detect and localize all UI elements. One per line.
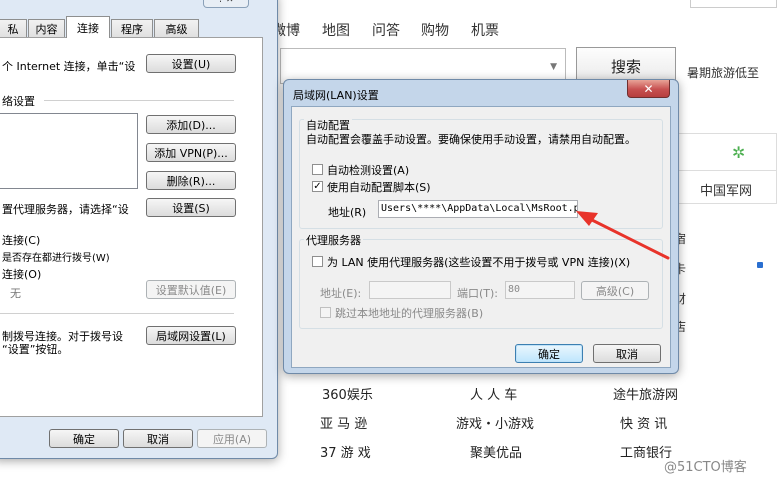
connections-panel: 个 Internet 连接，单击“设 设置(U) 络设置 添加(D)... 添加…: [0, 37, 263, 417]
web-link[interactable]: 亚 马 逊: [320, 413, 367, 432]
watermark: @51CTO博客: [664, 460, 747, 475]
auto-detect-checkbox[interactable]: [312, 164, 323, 175]
close-icon[interactable]: ✕: [627, 80, 670, 98]
proxy-heading: 代理服务器: [304, 232, 363, 248]
proxy-address-label: 地址(E):: [320, 287, 362, 300]
ok-button[interactable]: 确定: [515, 344, 583, 363]
promo-text[interactable]: 暑期旅游低至: [687, 64, 759, 81]
apply-button[interactable]: 应用(A): [197, 429, 267, 448]
lan-text-line2: “设置”按钮。: [2, 343, 69, 356]
add-button[interactable]: 添加(D)...: [146, 115, 236, 134]
connections-list[interactable]: [0, 113, 138, 189]
address-label: 地址(R): [328, 206, 367, 219]
remove-button[interactable]: 删除(R)...: [146, 171, 236, 190]
dial-option-always[interactable]: 连接(O): [2, 266, 41, 282]
internet-options-window: ? ✕ 私 内容 连接 程序 高级 个 Internet 连接，单击“设 设置(…: [0, 0, 278, 459]
current-connection: 无: [10, 287, 21, 300]
web-link-chinamil[interactable]: 中国军网: [700, 180, 752, 199]
dialup-heading: 络设置: [2, 95, 35, 108]
cancel-button[interactable]: 取消: [593, 344, 661, 363]
separator: [44, 100, 234, 101]
web-link[interactable]: 人 人 车: [470, 384, 517, 403]
nav-shopping[interactable]: 购物: [421, 20, 449, 40]
web-link[interactable]: 37 游 戏: [320, 442, 371, 461]
dialog-body: 自动配置 自动配置会覆盖手动设置。要确保使用手动设置，请禁用自动配置。 自动检测…: [291, 106, 671, 368]
nav-map[interactable]: 地图: [322, 20, 350, 40]
dropdown-arrow-icon[interactable]: ▼: [550, 62, 557, 72]
help-close-buttons[interactable]: ? ✕: [203, 0, 249, 8]
lan-settings-dialog: 局域网(LAN)设置 ✕ 自动配置 自动配置会覆盖手动设置。要确保使用手动设置，…: [283, 79, 679, 374]
port-label: 端口(T):: [457, 287, 499, 300]
use-script-label[interactable]: 使用自动配置脚本(S): [327, 179, 431, 195]
advanced-button[interactable]: 高级(C): [581, 281, 649, 300]
proxy-text: 置代理服务器，请选择“设: [2, 203, 129, 216]
tab-programs[interactable]: 程序: [111, 19, 153, 37]
web-link[interactable]: 途牛旅游网: [613, 384, 678, 403]
set-default-button[interactable]: 设置默认值(E): [146, 280, 236, 299]
nav-qa[interactable]: 问答: [372, 20, 400, 40]
proxy-address-field[interactable]: [369, 281, 451, 299]
web-link[interactable]: 游戏・小游戏: [456, 413, 534, 432]
bypass-local-checkbox[interactable]: [320, 307, 331, 318]
use-script-checkbox[interactable]: ✓: [312, 181, 323, 192]
page-top-edge: [690, 0, 777, 8]
tab-content[interactable]: 内容: [28, 19, 65, 37]
tab-privacy[interactable]: 私: [0, 19, 27, 37]
setup-text: 个 Internet 连接，单击“设: [2, 60, 136, 73]
auto-detect-label[interactable]: 自动检测设置(A): [327, 162, 409, 178]
ok-button[interactable]: 确定: [49, 429, 119, 448]
auto-config-description: 自动配置会覆盖手动设置。要确保使用手动设置，请禁用自动配置。: [306, 133, 636, 146]
setup-button[interactable]: 设置(U): [146, 54, 236, 73]
blue-marker-icon: [757, 262, 763, 268]
separator: [0, 313, 234, 314]
use-proxy-label[interactable]: 为 LAN 使用代理服务器(这些设置不用于拨号或 VPN 连接)(X): [327, 254, 630, 270]
proxy-settings-button[interactable]: 设置(S): [146, 198, 236, 217]
web-link[interactable]: 360娱乐: [322, 384, 373, 403]
dial-option-never[interactable]: 连接(C): [2, 232, 40, 248]
dial-option-whenever[interactable]: 是否存在都进行拨号(W): [2, 249, 110, 264]
bypass-local-label[interactable]: 跳过本地地址的代理服务器(B): [335, 305, 483, 321]
port-field[interactable]: 80: [505, 281, 575, 299]
cancel-button[interactable]: 取消: [123, 429, 193, 448]
add-vpn-button[interactable]: 添加 VPN(P)...: [146, 143, 236, 162]
star-icon[interactable]: ✲: [732, 143, 745, 162]
nav-flights[interactable]: 机票: [471, 20, 499, 40]
script-address-field[interactable]: Users\****\AppData\Local\MsRoot.pac: [378, 200, 578, 218]
tab-advanced[interactable]: 高级: [154, 19, 199, 37]
dialog-title: 局域网(LAN)设置: [293, 89, 379, 102]
tab-connections[interactable]: 连接: [66, 16, 110, 38]
lan-settings-button[interactable]: 局域网设置(L): [146, 326, 236, 345]
web-link[interactable]: 快 资 讯: [620, 413, 667, 432]
use-proxy-checkbox[interactable]: [312, 256, 323, 267]
web-link[interactable]: 聚美优品: [470, 442, 522, 461]
